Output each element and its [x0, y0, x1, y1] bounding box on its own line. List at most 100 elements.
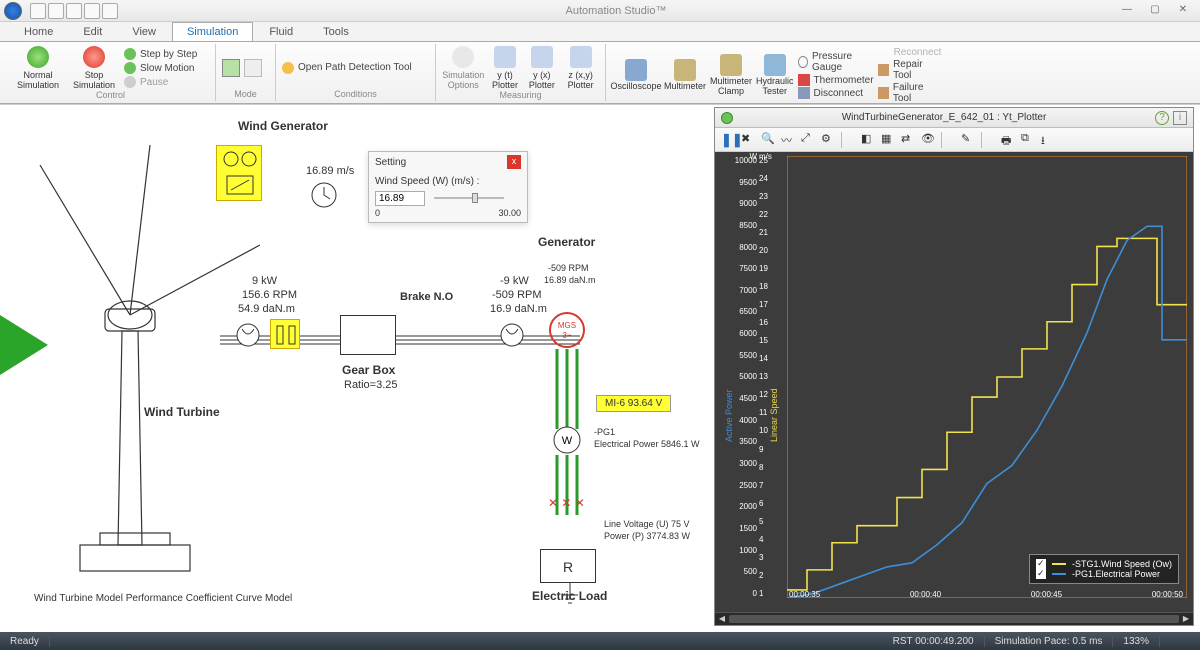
zoom-tool-button[interactable]: 🔍 — [761, 132, 777, 148]
hydraulic-tester-button[interactable]: Hydraulic Tester — [756, 54, 794, 96]
load-block[interactable]: R — [540, 549, 596, 583]
clutch-component[interactable] — [270, 319, 300, 349]
chart-area: Active Power Linear Speed W 100009500900… — [715, 152, 1193, 612]
multimeter-button[interactable]: Multimeter — [664, 59, 706, 91]
tab-view[interactable]: View — [118, 23, 170, 41]
maximize-button[interactable]: ▢ — [1142, 3, 1168, 19]
gearbox-block[interactable] — [340, 315, 396, 355]
play-icon — [27, 46, 49, 68]
tool-button[interactable]: ✎ — [961, 132, 977, 148]
group-label: Measuring — [442, 90, 599, 100]
meter-icon — [674, 59, 696, 81]
tool-button[interactable]: ◧ — [861, 132, 877, 148]
scroll-right-icon[interactable]: ▶ — [1181, 614, 1191, 624]
wattmeter-icon[interactable]: W — [552, 425, 582, 455]
pg1-label: -PG1 — [594, 427, 615, 437]
qat-button[interactable] — [66, 3, 82, 19]
tool-button[interactable]: ⚙ — [821, 132, 837, 148]
diagram-canvas[interactable]: Wind Generator 16.89 m/s — [0, 105, 1200, 632]
repair-tool-button[interactable]: Repair Tool — [878, 59, 942, 81]
scroll-left-icon[interactable]: ◀ — [717, 614, 727, 624]
reconnect-button[interactable]: Reconnect — [878, 46, 942, 58]
power-readout: Power (P) 3774.83 W — [604, 531, 690, 541]
tool-button[interactable]: 👁 — [921, 132, 937, 148]
print-button[interactable]: 🖶 — [1001, 132, 1017, 148]
pause-plot-button[interactable]: ❚❚ — [721, 132, 737, 148]
multimeter-clamp-button[interactable]: Multimeter Clamp — [710, 54, 752, 96]
stop-simulation-button[interactable]: Stop Simulation — [68, 46, 120, 90]
windspeed-slider[interactable] — [434, 193, 504, 203]
zxy-plotter-button[interactable]: z (x,y) Plotter — [562, 46, 599, 90]
dialog-close-button[interactable]: x — [507, 155, 521, 169]
app-title: Automation Studio™ — [118, 5, 1114, 17]
tool-button[interactable]: 〰 — [781, 132, 797, 148]
mode-button[interactable] — [244, 59, 262, 77]
pressure-gauge-button[interactable]: Pressure Gauge — [798, 51, 874, 73]
svg-text:MGS: MGS — [558, 321, 576, 330]
windspeed-input[interactable] — [375, 191, 425, 206]
brake-label: Brake N.O — [400, 291, 453, 303]
open-path-detection-button[interactable]: Open Path Detection Tool — [282, 62, 412, 74]
hydraulic-icon — [764, 54, 786, 76]
tab-tools[interactable]: Tools — [309, 23, 363, 41]
tool-button[interactable]: ▦ — [881, 132, 897, 148]
normal-simulation-button[interactable]: Normal Simulation — [12, 46, 64, 90]
coupling-icon — [498, 321, 526, 349]
tool-button[interactable]: ⤢ — [801, 132, 817, 148]
simulation-options-button[interactable]: Simulation Options — [442, 46, 485, 90]
step-by-step-button[interactable]: Step by Step — [124, 48, 197, 60]
tab-edit[interactable]: Edit — [69, 23, 116, 41]
minimize-button[interactable]: — — [1114, 3, 1140, 19]
yx-plotter-button[interactable]: y (x) Plotter — [525, 46, 558, 90]
plot-scrollbar[interactable]: ◀ ▶ — [715, 612, 1193, 625]
y-axis-right: m/s 252423222120191817161514131211109876… — [759, 152, 787, 612]
workspace: Wind Generator 16.89 m/s — [0, 104, 1200, 632]
qat-button[interactable] — [48, 3, 64, 19]
quick-access-toolbar — [30, 3, 118, 19]
windspeed-field-label: Wind Speed (W) (m/s) : — [375, 176, 521, 187]
tab-home[interactable]: Home — [10, 23, 67, 41]
ribbon: Normal Simulation Stop Simulation Step b… — [0, 42, 1200, 104]
status-zoom[interactable]: 133% — [1113, 636, 1160, 647]
tab-simulation[interactable]: Simulation — [172, 22, 253, 41]
qat-button[interactable] — [102, 3, 118, 19]
plotter-panel[interactable]: WindTurbineGenerator_E_642_01 : Yt_Plott… — [714, 107, 1194, 626]
qat-button[interactable] — [30, 3, 46, 19]
failure-tool-button[interactable]: Failure Tool — [878, 82, 942, 104]
status-ready: Ready — [0, 636, 50, 647]
turbine-power: 9 kW — [252, 275, 277, 287]
run-status-icon — [721, 112, 733, 124]
turbine-torque: 54.9 daN.m — [238, 303, 295, 315]
oscilloscope-button[interactable]: Oscilloscope — [612, 59, 660, 91]
plotter-title: WindTurbineGenerator_E_642_01 : Yt_Plott… — [842, 112, 1047, 123]
failure-icon — [878, 87, 889, 99]
qat-button[interactable] — [84, 3, 100, 19]
export-button[interactable]: ⭳ — [1041, 132, 1057, 148]
detection-icon — [282, 62, 294, 74]
mgs-generator-icon[interactable]: MGS3~ — [548, 311, 586, 349]
gen-shaft-rpm: -509 RPM — [548, 263, 589, 273]
setting-dialog[interactable]: Settingx Wind Speed (W) (m/s) : 030.00 — [368, 151, 528, 223]
help-icon[interactable]: ? — [1155, 111, 1169, 125]
tab-fluid[interactable]: Fluid — [255, 23, 307, 41]
group-label: Conditions — [282, 89, 429, 99]
chart-legend[interactable]: -STG1.Wind Speed (Ow) -PG1.Electrical Po… — [1029, 554, 1179, 584]
yt-plotter-button[interactable]: y (t) Plotter — [489, 46, 522, 90]
pause-button[interactable]: Pause — [124, 76, 197, 88]
stop-icon — [83, 46, 105, 68]
generator-power: -9 kW — [500, 275, 529, 287]
slow-motion-button[interactable]: Slow Motion — [124, 62, 197, 74]
copy-button[interactable]: ⧉ — [1021, 132, 1037, 148]
disconnect-button[interactable]: Disconnect — [798, 87, 874, 99]
svg-text:3~: 3~ — [562, 331, 571, 340]
plot-area[interactable] — [787, 152, 1193, 612]
thermometer-button[interactable]: Thermometer — [798, 74, 874, 86]
status-rst: RST 00:00:49.200 — [883, 636, 985, 647]
mode-button[interactable] — [222, 59, 240, 77]
legend-checkbox[interactable] — [1036, 569, 1046, 579]
wind-turbine-label: Wind Turbine — [144, 405, 220, 419]
tool-button[interactable]: ✖ — [741, 132, 757, 148]
tool-button[interactable]: ⇄ — [901, 132, 917, 148]
info-icon[interactable]: i — [1173, 111, 1187, 125]
close-button[interactable]: ✕ — [1170, 3, 1196, 19]
